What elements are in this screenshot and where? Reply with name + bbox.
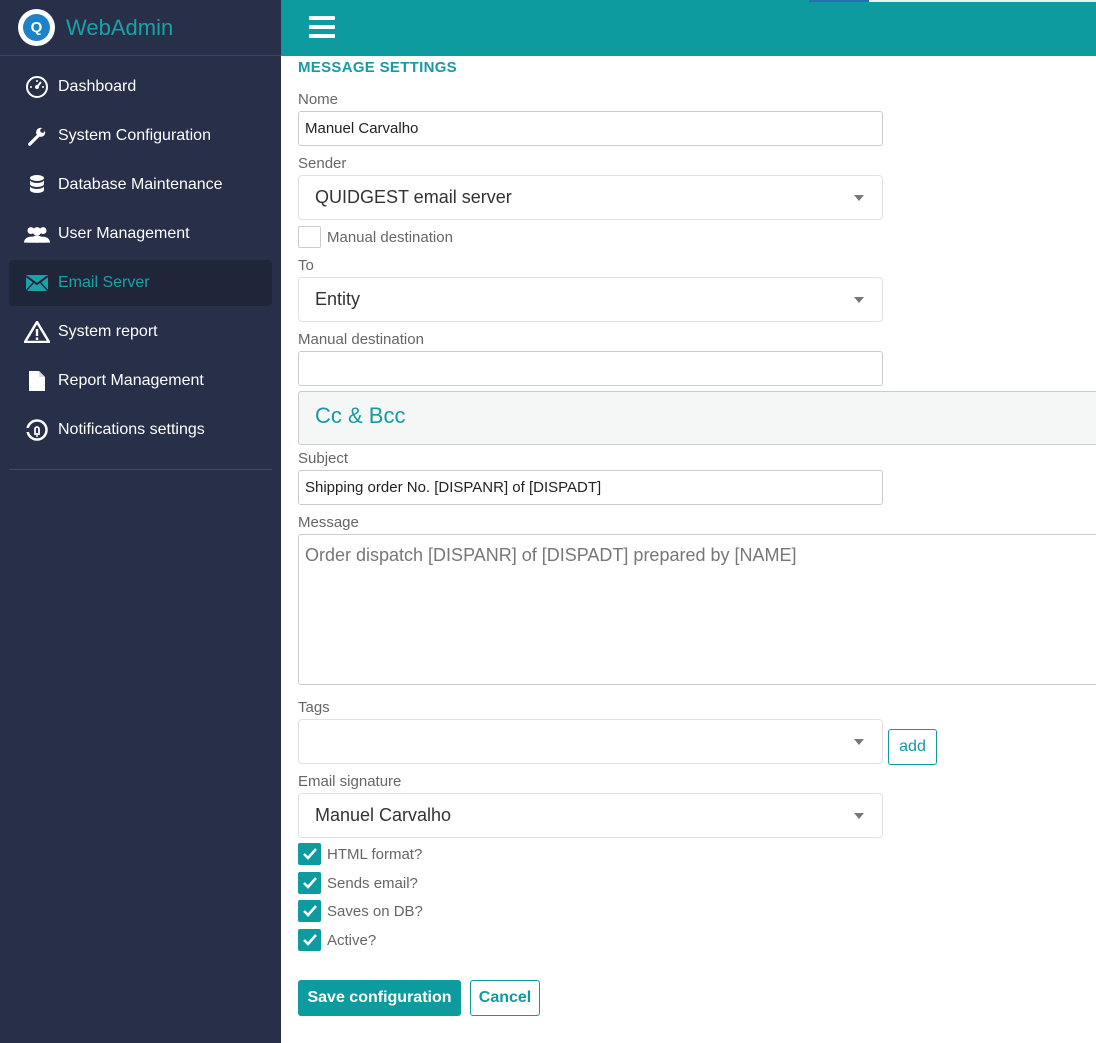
top-accent-strip (869, 0, 1096, 2)
subject-label: Subject (298, 450, 349, 467)
sidebar-item-report-management[interactable]: Report Management (9, 358, 272, 404)
dashboard-icon (24, 74, 50, 100)
to-select[interactable]: Entity (298, 277, 883, 322)
to-label: To (298, 257, 314, 274)
tags-select[interactable] (298, 719, 883, 764)
top-accent-bar (809, 0, 869, 2)
sidebar-item-label: System report (58, 323, 158, 340)
wrench-icon (24, 123, 50, 149)
top-bar (281, 0, 1096, 56)
html-format-label: HTML format? (327, 845, 423, 863)
active-label: Active? (327, 931, 377, 949)
name-input[interactable]: Manuel Carvalho (298, 111, 883, 146)
sidebar-item-system-report[interactable]: System report (9, 309, 272, 355)
active-checkbox[interactable] (298, 929, 321, 951)
sidebar-item-label: System Configuration (58, 127, 211, 144)
sidebar-divider (9, 469, 272, 470)
active-row[interactable]: Active? (298, 929, 376, 951)
to-value: Entity (315, 289, 361, 309)
message-textarea[interactable]: Order dispatch [DISPANR] of [DISPADT] pr… (298, 534, 1096, 685)
add-tag-button[interactable]: add (888, 729, 937, 765)
sidebar-item-dashboard[interactable]: Dashboard (9, 64, 272, 110)
signature-select[interactable]: Manuel Carvalho (298, 793, 883, 838)
database-icon (24, 172, 50, 198)
file-icon (24, 368, 50, 394)
users-icon (24, 221, 50, 247)
checkmark-icon (302, 848, 317, 860)
sidebar-item-system-configuration[interactable]: System Configuration (9, 113, 272, 159)
manual-destination-input[interactable] (298, 351, 883, 386)
html-format-checkbox[interactable] (298, 843, 321, 865)
tags-label: Tags (298, 699, 330, 716)
sidebar: Q WebAdmin Dashboard System Configuratio… (0, 0, 281, 1043)
manual-destination-label: Manual destination (298, 331, 424, 348)
chevron-down-icon (854, 813, 864, 819)
sidebar-item-label: Email Server (58, 274, 150, 291)
sidebar-nav: Dashboard System Configuration Database … (0, 56, 281, 453)
cc-bcc-panel[interactable]: Cc & Bcc (298, 391, 1096, 445)
manual-destination-checkbox[interactable] (298, 226, 321, 248)
brand[interactable]: Q WebAdmin (0, 0, 281, 56)
chevron-down-icon (854, 739, 864, 745)
checkmark-icon (302, 934, 317, 946)
sidebar-item-email-server[interactable]: Email Server (9, 260, 272, 306)
saves-db-label: Saves on DB? (327, 902, 423, 920)
warning-icon (24, 319, 50, 345)
chevron-down-icon (854, 297, 864, 303)
sidebar-item-user-management[interactable]: User Management (9, 211, 272, 257)
menu-toggle-icon[interactable] (309, 16, 335, 38)
manual-destination-checkbox-label: Manual destination (327, 228, 453, 246)
sidebar-item-notifications-settings[interactable]: Notifications settings (9, 407, 272, 453)
sender-select[interactable]: QUIDGEST email server (298, 175, 883, 220)
signature-value: Manuel Carvalho (315, 805, 452, 825)
sidebar-item-label: User Management (58, 225, 190, 242)
message-label: Message (298, 514, 359, 531)
sends-email-label: Sends email? (327, 874, 418, 892)
cc-bcc-title[interactable]: Cc & Bcc (315, 403, 405, 429)
manual-destination-checkbox-row[interactable]: Manual destination (298, 226, 453, 248)
sidebar-item-label: Notifications settings (58, 421, 205, 438)
chevron-down-icon (854, 195, 864, 201)
sender-label: Sender (298, 155, 347, 172)
notification-icon (24, 417, 50, 443)
app-logo: Q (18, 9, 55, 46)
signature-label: Email signature (298, 773, 402, 790)
html-format-row[interactable]: HTML format? (298, 843, 422, 865)
sends-email-checkbox[interactable] (298, 872, 321, 894)
sends-email-row[interactable]: Sends email? (298, 872, 418, 894)
checkmark-icon (302, 905, 317, 917)
sidebar-item-label: Report Management (58, 372, 204, 389)
logo-letter: Q (23, 14, 50, 41)
sidebar-item-database-maintenance[interactable]: Database Maintenance (9, 162, 272, 208)
section-title: MESSAGE SETTINGS (298, 59, 457, 76)
saves-db-row[interactable]: Saves on DB? (298, 900, 423, 922)
cancel-button[interactable]: Cancel (470, 980, 540, 1016)
saves-db-checkbox[interactable] (298, 900, 321, 922)
subject-input[interactable]: Shipping order No. [DISPANR] of [DISPADT… (298, 470, 883, 505)
sender-value: QUIDGEST email server (315, 187, 512, 207)
sidebar-item-label: Database Maintenance (58, 176, 223, 193)
envelope-icon (24, 270, 50, 296)
sidebar-item-label: Dashboard (58, 78, 137, 95)
checkmark-icon (302, 877, 317, 889)
name-label: Nome (298, 91, 339, 108)
save-configuration-button[interactable]: Save configuration (298, 980, 461, 1016)
app-name: WebAdmin (66, 14, 174, 40)
